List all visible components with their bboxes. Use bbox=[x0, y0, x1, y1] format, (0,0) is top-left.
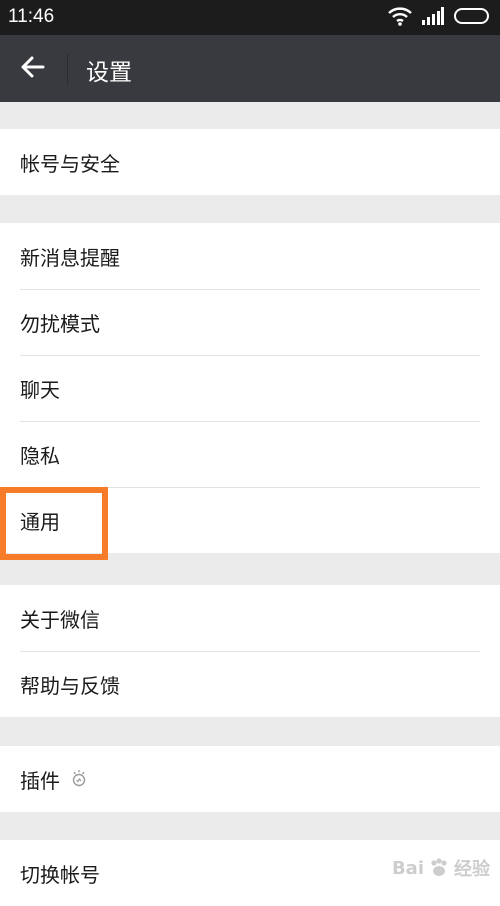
title-bar: 设置 bbox=[0, 35, 500, 102]
watermark-text-right: 经验 bbox=[454, 859, 490, 880]
menu-item-label: 插件 bbox=[20, 768, 60, 793]
title-divider bbox=[67, 54, 68, 84]
menu-item-do-not-disturb[interactable]: 勿扰模式 bbox=[0, 289, 500, 355]
section-preferences: 新消息提醒 勿扰模式 聊天 隐私 通用 bbox=[0, 223, 500, 553]
menu-item-label: 切换帐号 bbox=[20, 862, 100, 887]
wifi-icon bbox=[388, 6, 412, 30]
menu-item-help-feedback[interactable]: 帮助与反馈 bbox=[0, 651, 500, 717]
signal-icon bbox=[422, 7, 444, 29]
menu-item-label: 新消息提醒 bbox=[20, 245, 120, 270]
menu-item-about-wechat[interactable]: 关于微信 bbox=[0, 585, 500, 651]
section-plugins: 插件 bbox=[0, 746, 500, 812]
menu-item-plugins[interactable]: 插件 bbox=[0, 746, 500, 812]
page-title: 设置 bbox=[86, 60, 132, 86]
menu-item-chats[interactable]: 聊天 bbox=[0, 355, 500, 421]
menu-item-label: 通用 bbox=[20, 509, 60, 534]
paw-logo-icon bbox=[428, 857, 450, 879]
menu-item-label: 关于微信 bbox=[20, 607, 100, 632]
menu-item-label: 帐号与安全 bbox=[20, 151, 120, 176]
section-about: 关于微信 帮助与反馈 bbox=[0, 585, 500, 717]
section-account: 帐号与安全 bbox=[0, 129, 500, 195]
status-icons bbox=[388, 7, 490, 29]
menu-item-label: 聊天 bbox=[20, 377, 60, 402]
menu-item-general[interactable]: 通用 bbox=[0, 487, 500, 553]
watermark-text-left: Bai bbox=[391, 857, 424, 879]
plugin-bulb-icon bbox=[70, 769, 88, 789]
arrow-left-icon bbox=[19, 55, 45, 83]
menu-item-label: 勿扰模式 bbox=[20, 311, 100, 336]
status-bar: 11:46 bbox=[0, 0, 500, 35]
menu-item-new-message-alerts[interactable]: 新消息提醒 bbox=[0, 223, 500, 289]
back-button[interactable] bbox=[14, 52, 50, 86]
menu-item-label: 帮助与反馈 bbox=[20, 673, 120, 698]
watermark: Bai 经验 bbox=[392, 855, 490, 881]
menu-item-label: 隐私 bbox=[20, 443, 60, 468]
menu-item-account-security[interactable]: 帐号与安全 bbox=[0, 129, 500, 195]
menu-item-privacy[interactable]: 隐私 bbox=[0, 421, 500, 487]
status-time: 11:46 bbox=[8, 6, 55, 27]
battery-icon bbox=[454, 7, 490, 29]
